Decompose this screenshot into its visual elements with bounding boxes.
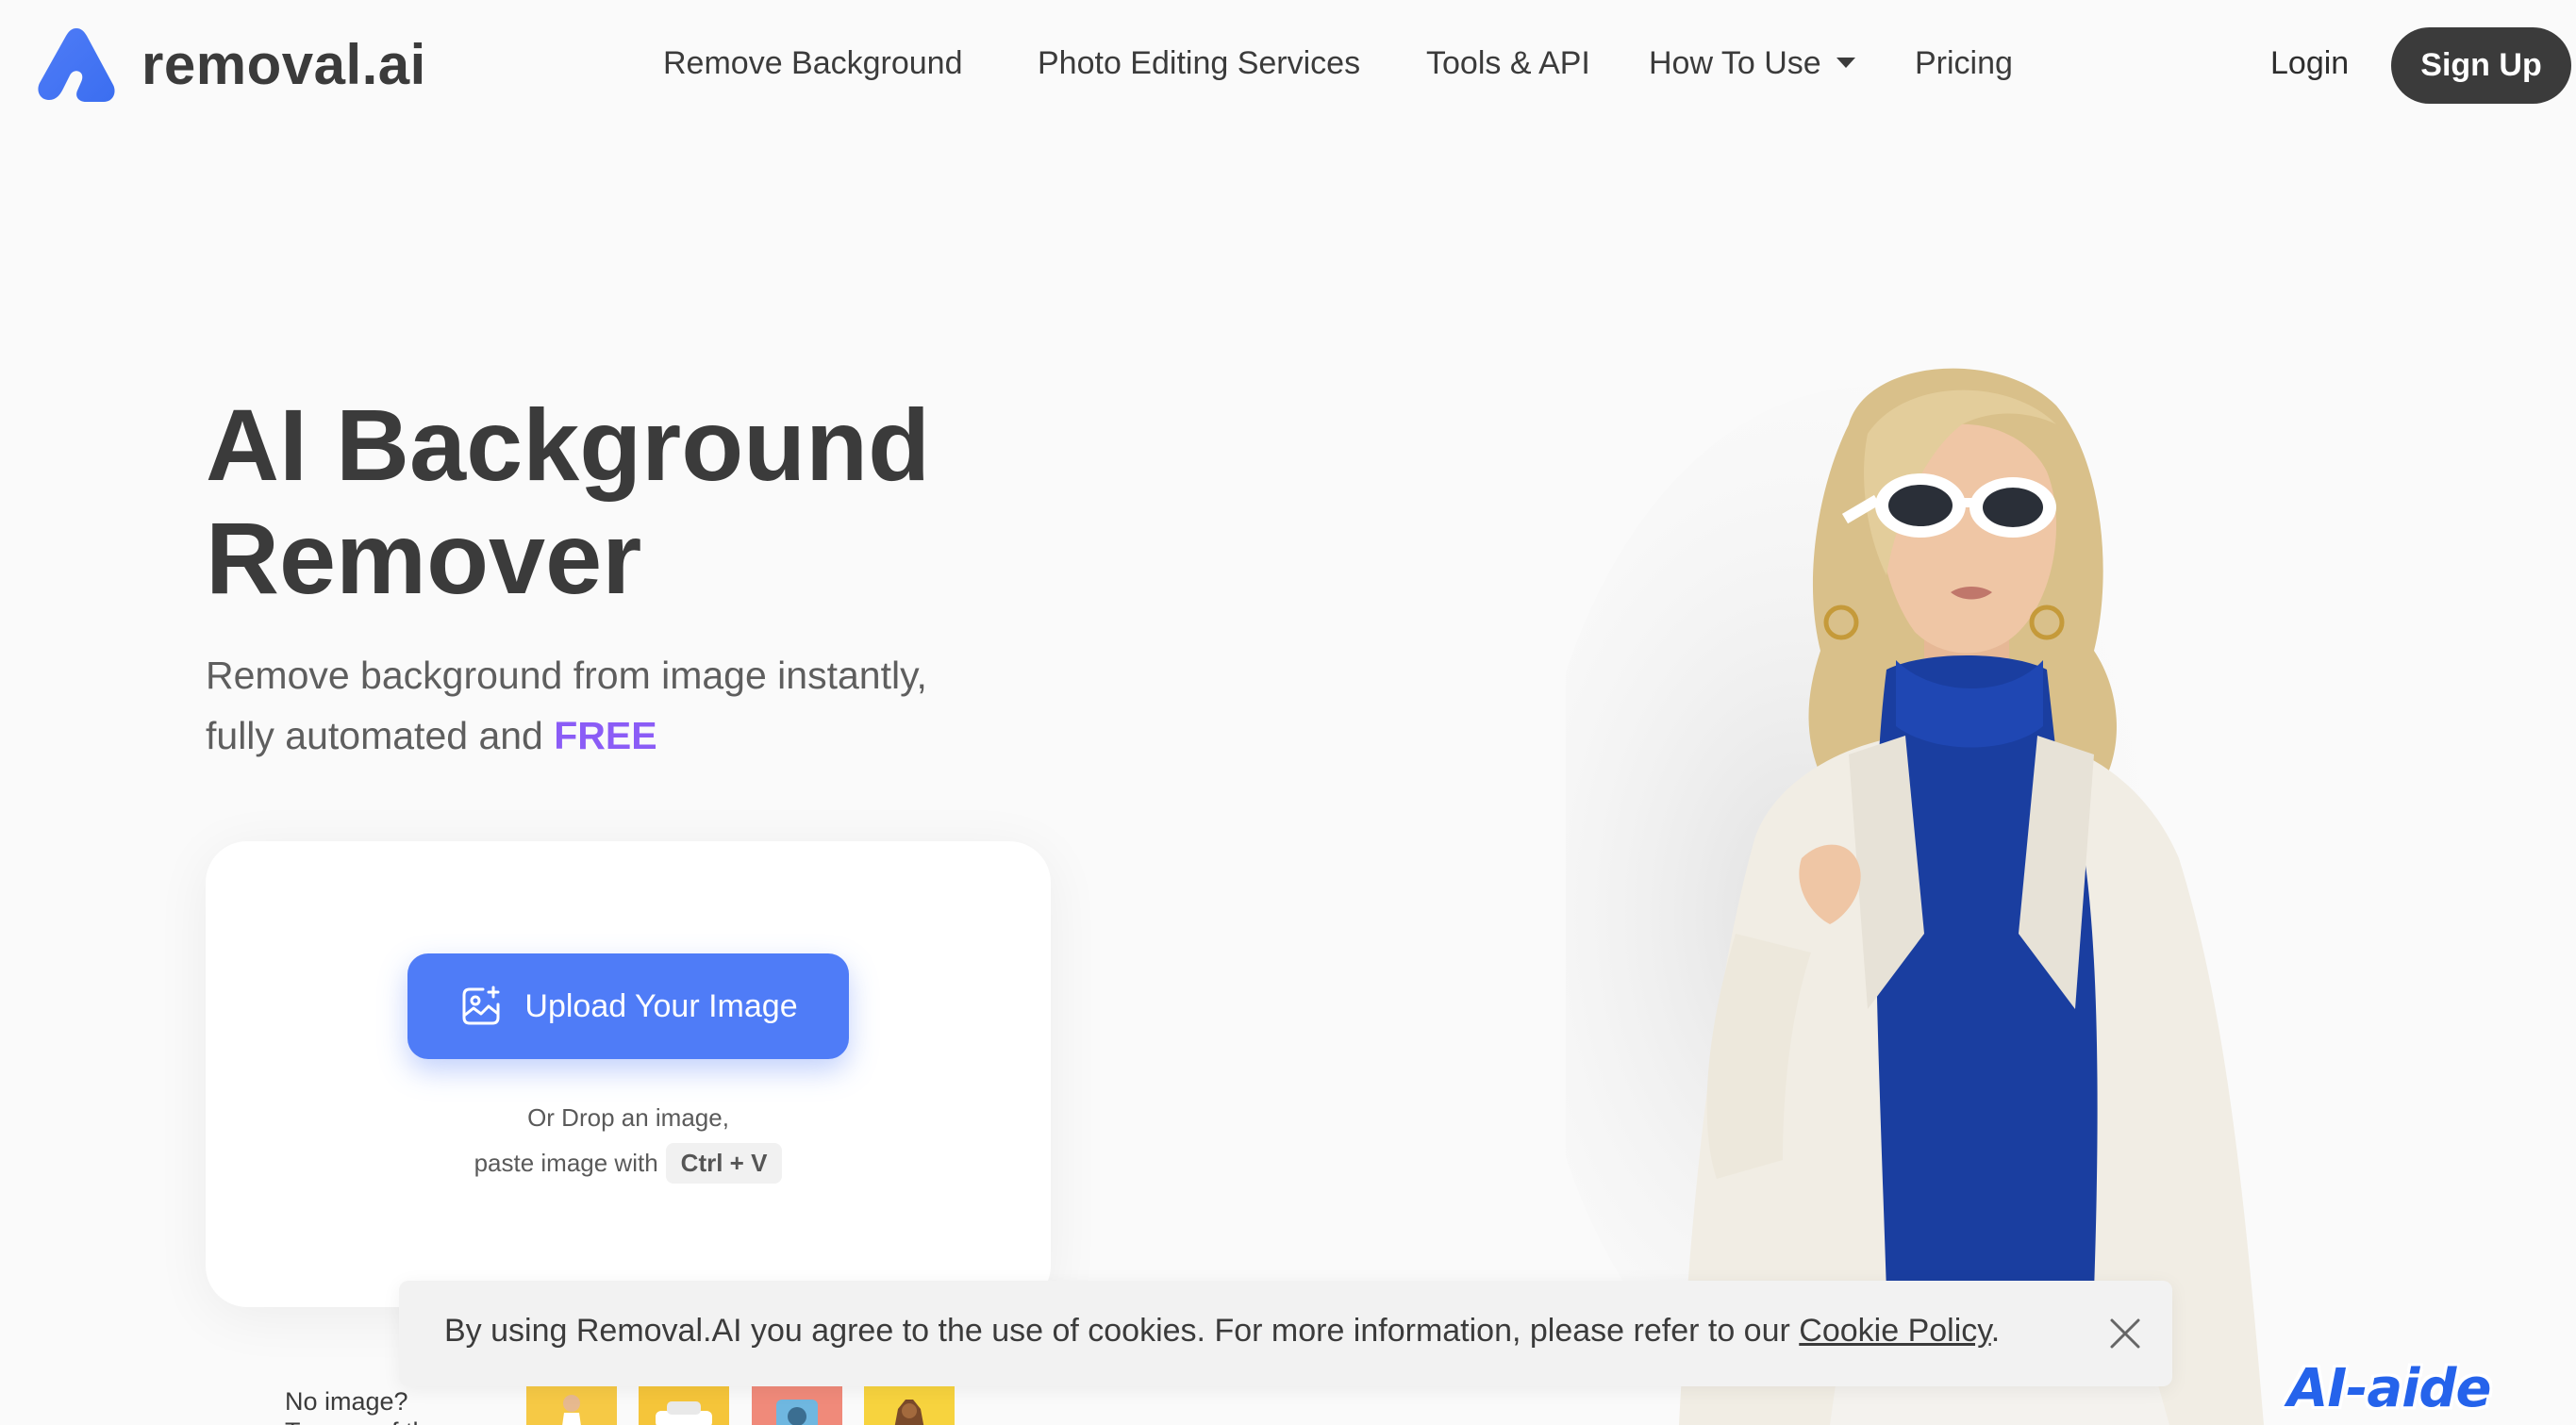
hero-title: AI Background Remover: [206, 389, 1149, 615]
no-image-text: No image? Try one of these: [285, 1386, 468, 1425]
upload-button-label: Upload Your Image: [524, 987, 798, 1024]
logo-text: removal.ai: [141, 32, 426, 96]
drop-hint: Or Drop an image,: [527, 1103, 729, 1132]
nav-how-to-use-label: How To Use: [1649, 45, 1821, 81]
cookie-text: By using Removal.AI you agree to the use…: [444, 1313, 1800, 1349]
nav-remove-background[interactable]: Remove Background: [663, 45, 963, 82]
login-link[interactable]: Login: [2270, 45, 2349, 82]
signup-button[interactable]: Sign Up: [2391, 27, 2571, 104]
removal-logo-icon: [38, 28, 115, 102]
hero-subtitle-line2: fully automated and FREE: [206, 705, 1149, 766]
image-upload-icon: [462, 986, 500, 1025]
watermark-logo: AI-aide: [2287, 1358, 2491, 1419]
sample-car-thumbnail: [656, 1401, 712, 1425]
cookie-policy-link[interactable]: Cookie Policy: [1799, 1313, 1990, 1349]
hero-title-line2: Remover: [206, 501, 642, 615]
hero-subtitle-prefix: fully automated and: [206, 714, 555, 757]
free-highlight: FREE: [554, 714, 657, 757]
caret-down-icon: [1836, 57, 1855, 68]
nav-tools-api[interactable]: Tools & API: [1426, 45, 1590, 82]
sample-dog-thumbnail: [894, 1400, 924, 1425]
upload-image-button[interactable]: Upload Your Image: [407, 953, 849, 1059]
sample-image-camera[interactable]: [752, 1383, 842, 1425]
paste-hint: paste image with Ctrl + V: [206, 1143, 1051, 1184]
sample-image-dog[interactable]: [864, 1383, 955, 1425]
cookie-suffix: .: [1990, 1313, 2001, 1349]
paste-hint-text: paste image with: [474, 1149, 658, 1177]
logo[interactable]: removal.ai: [34, 25, 426, 104]
shortcut-badge: Ctrl + V: [665, 1143, 783, 1184]
close-icon[interactable]: [2106, 1315, 2144, 1352]
sample-woman-thumbnail: [562, 1395, 581, 1425]
hero-title-line1: AI Background: [206, 388, 931, 502]
cookie-message: By using Removal.AI you agree to the use…: [444, 1313, 2000, 1350]
hero-model-illustration: [1566, 368, 2264, 1425]
site-header: removal.ai Remove Background Photo Editi…: [0, 0, 2576, 132]
hero-subtitle-line1: Remove background from image instantly,: [206, 654, 927, 697]
nav-how-to-use[interactable]: How To Use: [1649, 45, 1855, 82]
no-image-line1: No image?: [285, 1387, 408, 1416]
sample-image-car[interactable]: [639, 1383, 729, 1425]
cookie-banner: By using Removal.AI you agree to the use…: [399, 1281, 2172, 1386]
sample-image-woman[interactable]: [526, 1383, 617, 1425]
hero-subtitle: Remove background from image instantly, …: [206, 645, 1149, 766]
sample-camera-thumbnail: [776, 1400, 818, 1425]
nav-pricing[interactable]: Pricing: [1915, 45, 2013, 82]
no-image-line2: Try one of these: [285, 1417, 468, 1425]
nav-photo-editing-services[interactable]: Photo Editing Services: [1038, 45, 1360, 82]
upload-card[interactable]: Upload Your Image Or Drop an image, past…: [206, 841, 1051, 1307]
